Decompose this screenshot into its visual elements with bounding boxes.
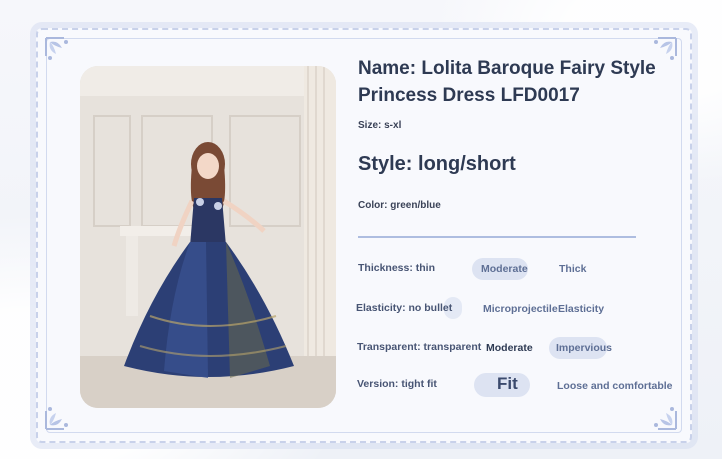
transparent-option-moderate[interactable]: Moderate [486, 342, 533, 354]
thickness-option-moderate[interactable]: Moderate [481, 263, 528, 275]
transparent-label: Transparent: transparent [357, 341, 482, 353]
transparent-option-impervious[interactable]: Impervious [556, 342, 612, 354]
elasticity-label: Elasticity: no bullet [356, 302, 453, 314]
product-title-line2: Princess Dress LFD0017 [358, 85, 580, 106]
product-photo [80, 66, 336, 408]
version-label: Version: tight fit [357, 378, 437, 390]
elasticity-option-microprojectile[interactable]: Microprojectile [483, 303, 558, 315]
corner-ornament-icon [654, 407, 677, 430]
dress-illustration [80, 66, 336, 408]
version-option-fit[interactable]: Fit [497, 374, 518, 394]
version-option-loose[interactable]: Loose and comfortable [557, 380, 673, 392]
size-info: Size: s-xl [358, 120, 402, 131]
thickness-option-thick[interactable]: Thick [559, 263, 586, 275]
elasticity-option-elasticity[interactable]: Elasticity [558, 303, 604, 315]
product-title: Name: Lolita Baroque Fairy Style Princes… [358, 55, 678, 109]
style-info: Style: long/short [358, 153, 516, 175]
color-info: Color: green/blue [358, 200, 441, 211]
thickness-label: Thickness: thin [358, 262, 436, 274]
product-title-line1: Name: Lolita Baroque Fairy Style [358, 58, 656, 79]
corner-ornament-icon [45, 37, 68, 60]
divider [358, 236, 636, 238]
corner-ornament-icon [45, 407, 68, 430]
